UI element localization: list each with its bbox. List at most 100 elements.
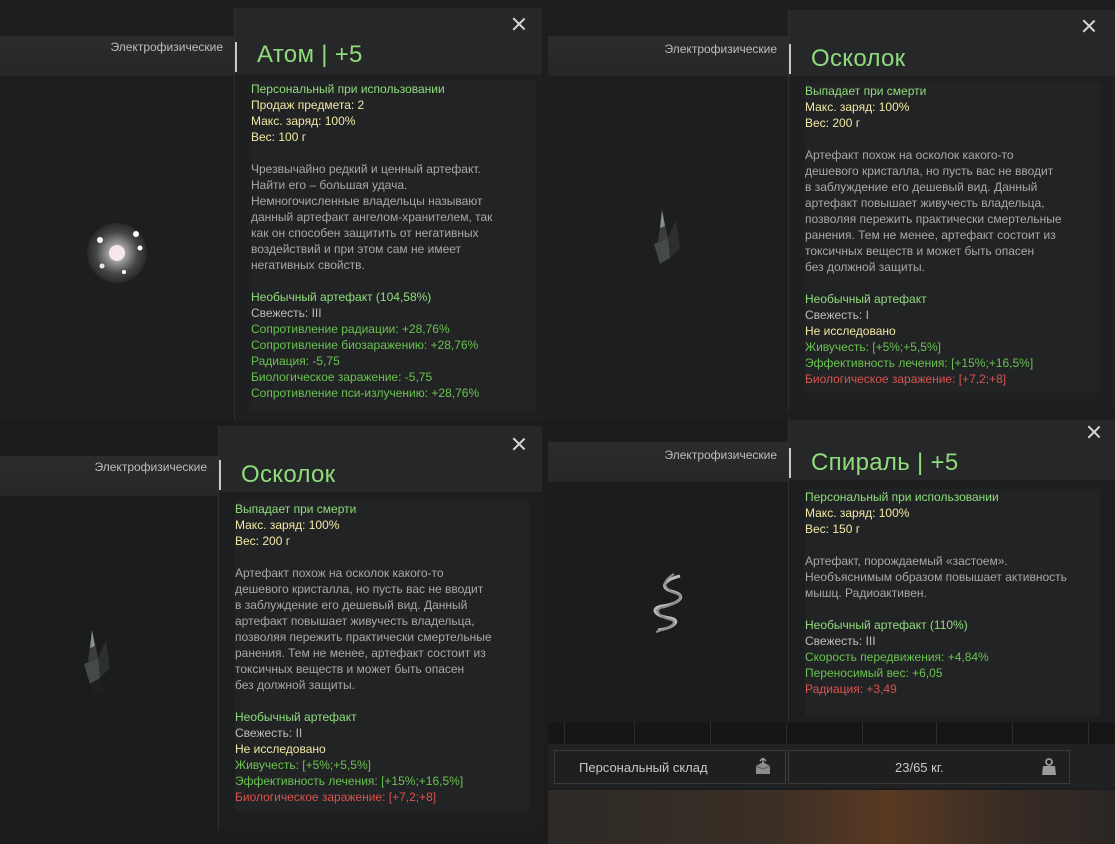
description-line: Найти его – большая удача. bbox=[251, 178, 408, 192]
meta-line: Продаж предмета: 2 bbox=[251, 98, 365, 112]
description-line: ранения. Тем не менее, артефакт состоит … bbox=[235, 646, 486, 660]
description-line: Необъяснимым образом повышает активность bbox=[805, 570, 1067, 584]
stat-line: Радиация: -5,75 bbox=[251, 354, 340, 368]
storage-label: Персональный склад bbox=[579, 760, 708, 775]
description-line: ранения. Тем не менее, артефакт состоит … bbox=[805, 228, 1056, 242]
description-line: Немногочисленные владельцы называют bbox=[251, 194, 483, 208]
meta-line: Вес: 200 г bbox=[235, 534, 291, 548]
item-view-shard-2: Электрофизические Осколок Выпадает при с… bbox=[0, 420, 548, 844]
description-line: Артефакт, порождаемый «застоем». bbox=[805, 554, 1008, 568]
stat-line: Биологическое заражение: [+7,2;+8] bbox=[235, 790, 437, 804]
category-label: Электрофизические bbox=[110, 40, 223, 54]
title-divider bbox=[219, 460, 221, 490]
meta-line: Вес: 150 г bbox=[805, 522, 861, 536]
item-info: Персональный при использовании Продаж пр… bbox=[251, 81, 536, 411]
weight-icon bbox=[1042, 758, 1056, 775]
item-title: Спираль | +5 bbox=[811, 449, 959, 476]
tooltip-panel: Спираль | +5 Персональный при использова… bbox=[788, 420, 1115, 724]
meta-line: Макс. заряд: 100% bbox=[235, 518, 340, 532]
stat-line: Живучесть: [+5%;+5,5%] bbox=[235, 758, 371, 772]
stat-line: Эффективность лечения: [+15%;+16,5%] bbox=[805, 356, 1034, 370]
description-line: токсичных веществ и может быть опасен bbox=[805, 244, 1035, 258]
close-icon[interactable] bbox=[512, 437, 526, 451]
meta-line: Персональный при использовании bbox=[805, 490, 999, 504]
freshness-label: Свежесть: III bbox=[251, 306, 322, 320]
description-line: артефакт повышает живучесть владельца, bbox=[235, 614, 475, 628]
item-info: Выпадает при смерти Макс. заряд: 100% Ве… bbox=[235, 501, 530, 811]
tooltip-panel: Осколок Выпадает при смерти Макс. заряд:… bbox=[218, 426, 542, 830]
description-line: дешевого кристалла, но пусть вас не ввод… bbox=[805, 164, 1054, 178]
description-line: воздействий и при этом сам не имеет bbox=[251, 242, 462, 256]
description-line: токсичных веществ и может быть опасен bbox=[235, 662, 465, 676]
artifact-spiral-icon bbox=[653, 573, 683, 633]
description-line: без должной защиты. bbox=[235, 678, 355, 692]
close-icon[interactable] bbox=[1082, 19, 1096, 33]
rarity-label: Необычный артефакт bbox=[235, 710, 357, 724]
item-view-atom: Электрофизические Атом | +5 Персональный… bbox=[0, 0, 548, 420]
storage-bar: Персональный склад 23/65 кг. bbox=[548, 744, 1115, 788]
description-line: позволяя пережить практически смертельны… bbox=[235, 630, 492, 644]
meta-line: Выпадает при смерти bbox=[235, 502, 357, 516]
stat-line: Живучесть: [+5%;+5,5%] bbox=[805, 340, 941, 354]
item-info: Персональный при использовании Макс. зар… bbox=[805, 489, 1100, 715]
description-line: мышц. Радиоактивен. bbox=[805, 586, 927, 600]
meta-line: Макс. заряд: 100% bbox=[805, 100, 910, 114]
category-label: Электрофизические bbox=[664, 448, 777, 462]
description-line: негативных свойств. bbox=[251, 258, 365, 272]
title-divider bbox=[789, 44, 791, 74]
tooltip-panel: Осколок Выпадает при смерти Макс. заряд:… bbox=[788, 10, 1115, 410]
stat-line: Сопротивление пси-излучению: +28,76% bbox=[251, 386, 480, 400]
stat-line: Скорость передвижения: +4,84% bbox=[805, 650, 989, 664]
description-line: в заблуждение его дешевый вид. Данный bbox=[805, 180, 1038, 194]
item-title: Осколок bbox=[241, 461, 336, 488]
tooltip-panel: Атом | +5 Персональный при использовании… bbox=[234, 8, 542, 420]
close-icon[interactable] bbox=[512, 17, 526, 31]
title-divider bbox=[235, 42, 237, 72]
research-status: Не исследовано bbox=[805, 324, 896, 338]
research-status: Не исследовано bbox=[235, 742, 326, 756]
rarity-label: Необычный артефакт (104,58%) bbox=[251, 290, 432, 304]
stat-line: Биологическое заражение: [+7,2;+8] bbox=[805, 372, 1007, 386]
item-view-shard-1: Электрофизические Осколок Выпадает при с… bbox=[548, 0, 1115, 420]
artifact-shard-icon bbox=[654, 210, 680, 276]
meta-line: Выпадает при смерти bbox=[805, 84, 927, 98]
description-line: артефакт повышает живучесть владельца, bbox=[805, 196, 1045, 210]
freshness-label: Свежесть: I bbox=[805, 308, 869, 322]
category-label: Электрофизические bbox=[94, 460, 207, 474]
rarity-label: Необычный артефакт bbox=[805, 292, 927, 306]
weight-value: 23/65 кг. bbox=[895, 760, 944, 775]
meta-line: Персональный при использовании bbox=[251, 82, 445, 96]
description-line: в заблуждение его дешевый вид. Данный bbox=[235, 598, 468, 612]
stat-line: Эффективность лечения: [+15%;+16,5%] bbox=[235, 774, 464, 788]
personal-storage-button[interactable]: Персональный склад bbox=[554, 750, 786, 784]
background-floor bbox=[548, 790, 1115, 844]
meta-line: Вес: 100 г bbox=[251, 130, 307, 144]
weight-indicator: 23/65 кг. bbox=[788, 750, 1070, 784]
meta-line: Макс. заряд: 100% bbox=[805, 506, 910, 520]
storage-box-icon bbox=[755, 758, 771, 774]
stat-line: Сопротивление биозаражению: +28,76% bbox=[251, 338, 479, 352]
freshness-label: Свежесть: III bbox=[805, 634, 876, 648]
description-line: без должной защиты. bbox=[805, 260, 925, 274]
inventory-slot-row bbox=[548, 722, 1115, 744]
artifact-atom-icon bbox=[87, 223, 147, 283]
stat-line: Переносимый вес: +6,05 bbox=[805, 666, 943, 680]
meta-line: Макс. заряд: 100% bbox=[251, 114, 356, 128]
close-icon[interactable] bbox=[1087, 425, 1101, 439]
meta-line: Вес: 200 г bbox=[805, 116, 861, 130]
stat-line: Биологическое заражение: -5,75 bbox=[251, 370, 433, 384]
stat-line: Сопротивление радиации: +28,76% bbox=[251, 322, 450, 336]
stat-line: Радиация: +3,49 bbox=[805, 682, 897, 696]
category-label: Электрофизические bbox=[664, 42, 777, 56]
item-info: Выпадает при смерти Макс. заряд: 100% Ве… bbox=[805, 83, 1100, 393]
freshness-label: Свежесть: II bbox=[235, 726, 303, 740]
description-line: Артефакт похож на осколок какого-то bbox=[805, 148, 1014, 162]
item-title: Осколок bbox=[811, 45, 906, 72]
description-line: дешевого кристалла, но пусть вас не ввод… bbox=[235, 582, 484, 596]
item-title: Атом | +5 bbox=[257, 41, 363, 68]
artifact-shard-icon bbox=[84, 630, 110, 696]
description-line: как он способен защитить от негативных bbox=[251, 226, 479, 240]
description-line: Артефакт похож на осколок какого-то bbox=[235, 566, 444, 580]
title-divider bbox=[789, 448, 791, 478]
rarity-label: Необычный артефакт (110%) bbox=[805, 618, 968, 632]
